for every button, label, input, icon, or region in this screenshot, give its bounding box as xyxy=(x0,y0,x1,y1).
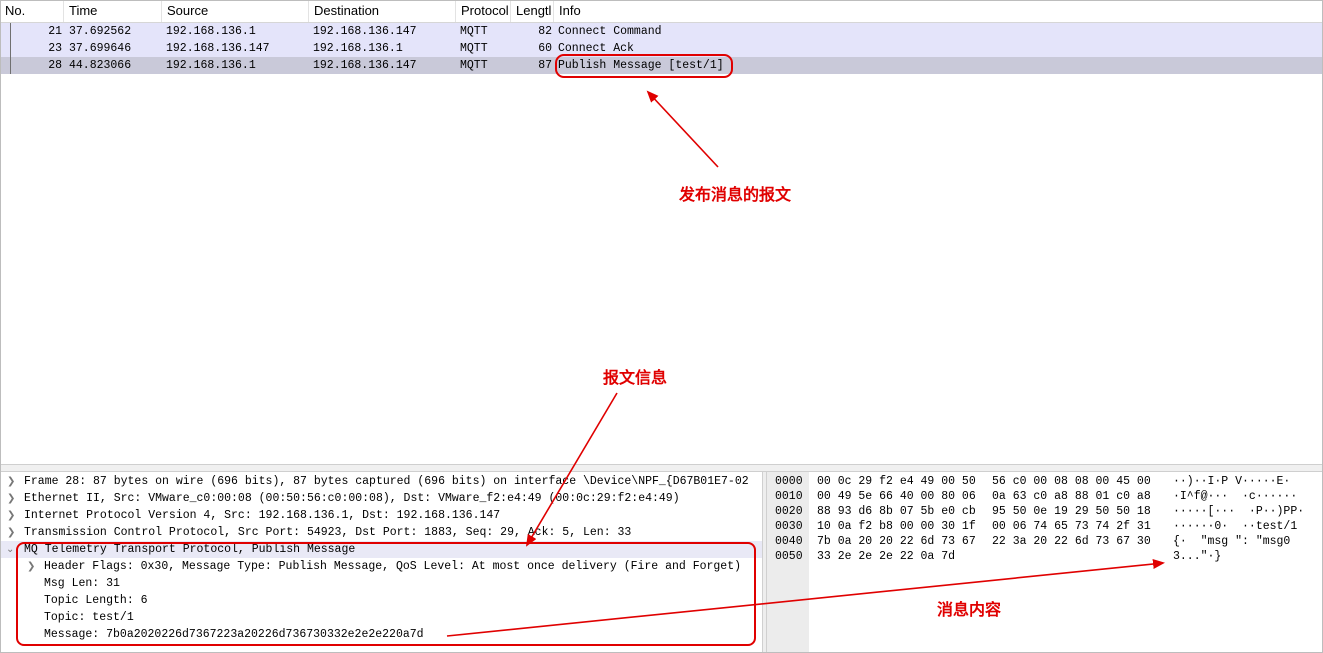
tree-node-tcp[interactable]: ❯ Transmission Control Protocol, Src Por… xyxy=(0,524,762,541)
annotation-box-publish xyxy=(555,54,733,78)
col-header-destination[interactable]: Destination xyxy=(309,0,456,22)
pane-splitter[interactable] xyxy=(0,464,1323,472)
hex-offset: 0020 xyxy=(775,505,803,518)
hex-offset: 0010 xyxy=(775,490,803,503)
annotation-box-mqtt xyxy=(16,542,756,646)
packet-time: 37.699646 xyxy=(69,42,132,55)
col-header-time[interactable]: Time xyxy=(64,0,162,22)
hex-bytes[interactable]: 00 06 74 65 73 74 2f 31 xyxy=(992,519,1151,534)
packet-list-header: No. Time Source Destination Protocol Len… xyxy=(0,0,1323,23)
hex-ascii[interactable]: ··)··I·P V·····E· xyxy=(1173,474,1290,489)
packet-info: Connect Command xyxy=(558,25,662,38)
annotation-publish-label: 发布消息的报文 xyxy=(679,185,792,204)
hex-bytes[interactable]: 0a 63 c0 a8 88 01 c0 a8 xyxy=(992,489,1151,504)
col-header-source[interactable]: Source xyxy=(162,0,309,22)
packet-protocol: MQTT xyxy=(460,59,488,72)
packet-destination: 192.168.136.147 xyxy=(313,59,417,72)
packet-no: 28 xyxy=(48,59,62,72)
chevron-right-icon[interactable]: ❯ xyxy=(7,490,15,507)
tree-node-label: Internet Protocol Version 4, Src: 192.16… xyxy=(24,509,501,522)
hex-bytes[interactable]: 56 c0 00 08 08 00 45 00 xyxy=(992,474,1151,489)
hex-offset: 0000 xyxy=(775,475,803,488)
hex-bytes[interactable]: 10 0a f2 b8 00 00 30 1f xyxy=(817,519,976,534)
tree-node-ethernet[interactable]: ❯ Ethernet II, Src: VMware_c0:00:08 (00:… xyxy=(0,490,762,507)
col-header-info[interactable]: Info xyxy=(554,0,1323,22)
chevron-right-icon[interactable]: ❯ xyxy=(7,507,15,524)
packet-length: 60 xyxy=(538,42,552,55)
packet-protocol: MQTT xyxy=(460,25,488,38)
hex-bytes[interactable]: 88 93 d6 8b 07 5b e0 cb xyxy=(817,504,976,519)
hex-bytes[interactable]: 95 50 0e 19 29 50 50 18 xyxy=(992,504,1151,519)
chevron-down-icon[interactable]: ⌄ xyxy=(6,541,14,558)
conversation-bracket xyxy=(10,23,11,40)
packet-protocol: MQTT xyxy=(460,42,488,55)
conversation-bracket xyxy=(10,57,11,74)
hex-bytes[interactable]: 22 3a 20 22 6d 73 67 30 xyxy=(992,534,1151,549)
packet-destination: 192.168.136.1 xyxy=(313,42,403,55)
tree-node-frame[interactable]: ❯ Frame 28: 87 bytes on wire (696 bits),… xyxy=(0,473,762,490)
conversation-bracket xyxy=(10,40,11,57)
chevron-right-icon[interactable]: ❯ xyxy=(7,524,15,541)
packet-time: 37.692562 xyxy=(69,25,132,38)
col-header-length[interactable]: Lengtl xyxy=(511,0,554,22)
hex-ascii[interactable]: ·I^f@··· ·c······ xyxy=(1173,489,1297,504)
tree-node-label: Frame 28: 87 bytes on wire (696 bits), 8… xyxy=(24,475,749,488)
hex-offset: 0030 xyxy=(775,520,803,533)
annotation-packet-info-label: 报文信息 xyxy=(603,368,668,387)
packet-source: 192.168.136.147 xyxy=(166,42,270,55)
col-header-no[interactable]: No. xyxy=(0,0,64,22)
packet-no: 21 xyxy=(48,25,62,38)
hex-ascii[interactable]: {· "msg ": "msg0 xyxy=(1173,534,1290,549)
packet-length: 87 xyxy=(538,59,552,72)
chevron-right-icon[interactable]: ❯ xyxy=(7,473,15,490)
hex-bytes[interactable]: 00 49 5e 66 40 00 80 06 xyxy=(817,489,976,504)
hex-ascii[interactable]: ······0· ··test/1 xyxy=(1173,519,1297,534)
packet-time: 44.823066 xyxy=(69,59,132,72)
packet-no: 23 xyxy=(48,42,62,55)
hex-bytes[interactable]: 00 0c 29 f2 e4 49 00 50 xyxy=(817,474,976,489)
hex-dump-pane: 0000 00 0c 29 f2 e4 49 00 50 56 c0 00 08… xyxy=(767,472,1323,653)
tree-node-ip[interactable]: ❯ Internet Protocol Version 4, Src: 192.… xyxy=(0,507,762,524)
hex-ascii[interactable]: ·····[··· ·P··)PP· xyxy=(1173,504,1304,519)
tree-node-label: Ethernet II, Src: VMware_c0:00:08 (00:50… xyxy=(24,492,680,505)
tree-node-label: Transmission Control Protocol, Src Port:… xyxy=(24,526,632,539)
hex-offset: 0040 xyxy=(775,535,803,548)
hex-ascii[interactable]: 3..."·} xyxy=(1173,549,1221,564)
hex-bytes[interactable]: 33 2e 2e 2e 22 0a 7d xyxy=(817,549,955,564)
packet-length: 82 xyxy=(538,25,552,38)
col-header-protocol[interactable]: Protocol xyxy=(456,0,511,22)
packet-source: 192.168.136.1 xyxy=(166,25,256,38)
packet-destination: 192.168.136.147 xyxy=(313,25,417,38)
hex-offset: 0050 xyxy=(775,550,803,563)
packet-row[interactable]: 21 37.692562 192.168.136.1 192.168.136.1… xyxy=(0,23,1323,40)
hex-bytes[interactable]: 7b 0a 20 20 22 6d 73 67 xyxy=(817,534,976,549)
arrow-publish xyxy=(646,90,719,168)
annotation-message-label: 消息内容 xyxy=(937,600,1002,619)
packet-source: 192.168.136.1 xyxy=(166,59,256,72)
